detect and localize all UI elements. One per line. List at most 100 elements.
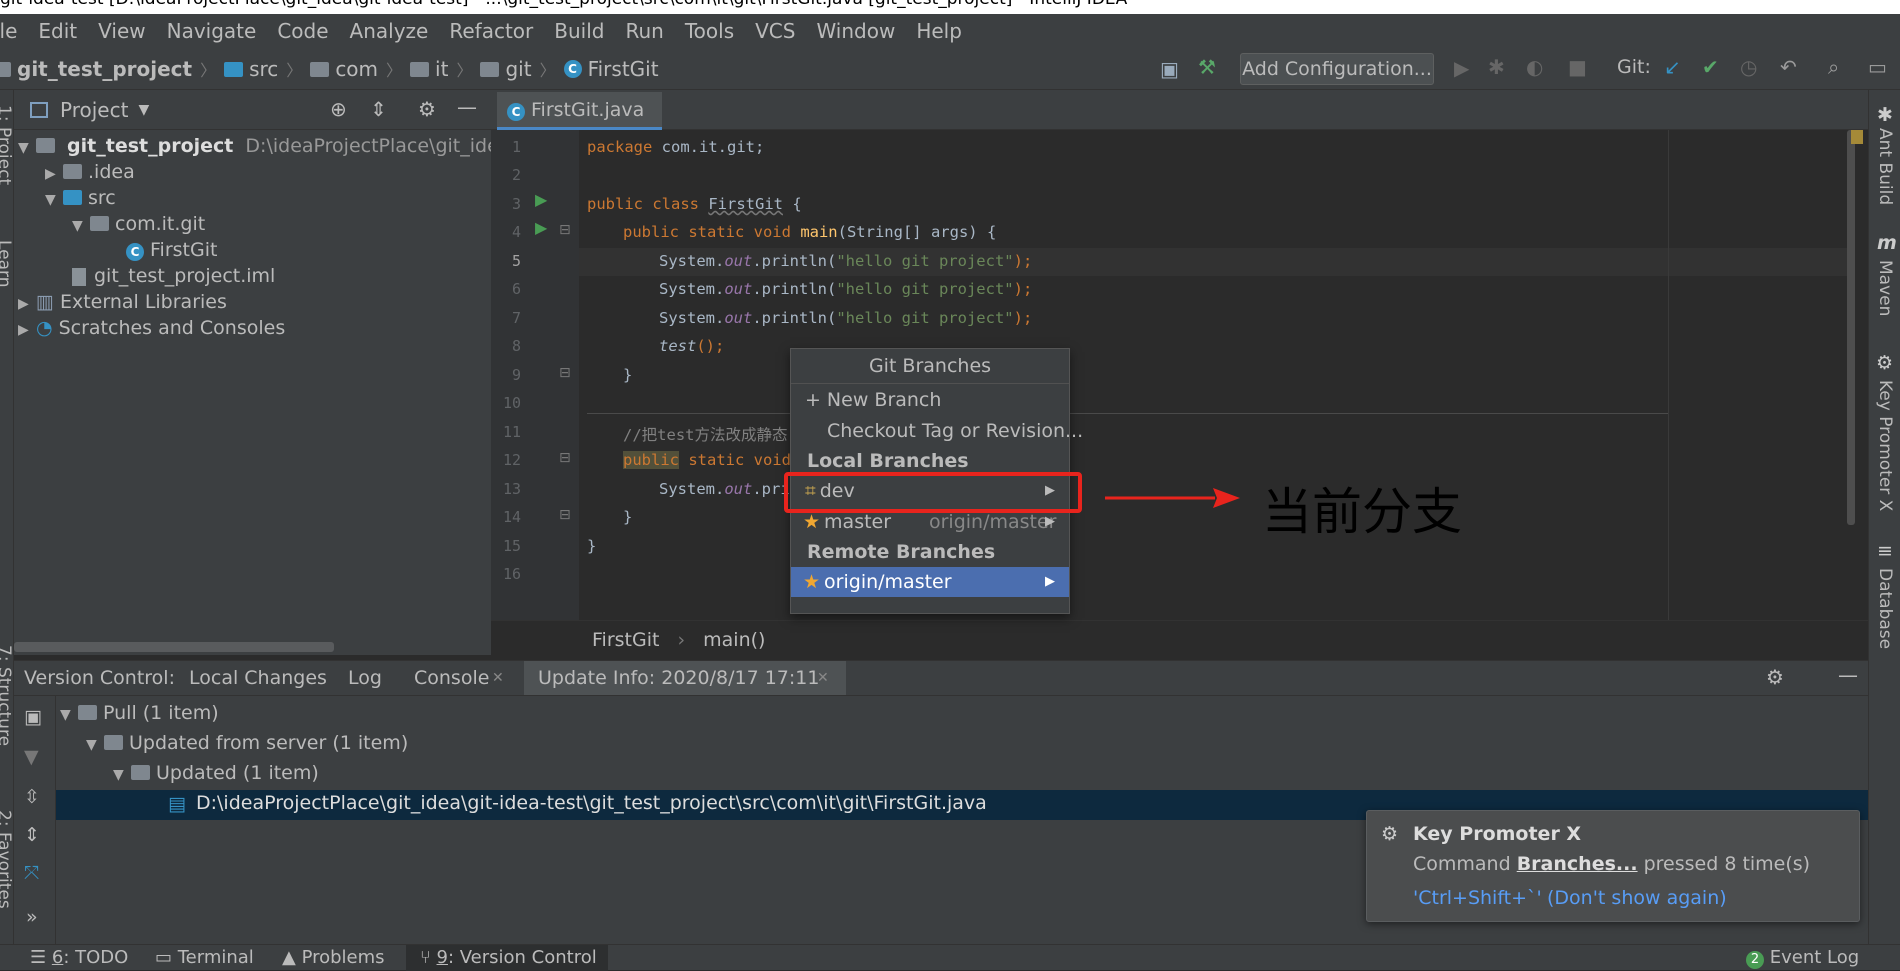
horizontal-scrollbar[interactable] (14, 642, 334, 652)
more-icon[interactable]: » (26, 906, 38, 928)
tab-log[interactable]: Log (348, 667, 382, 689)
breadcrumb-src[interactable]: src (249, 57, 278, 81)
project-panel-title[interactable]: Project (60, 98, 128, 122)
key-promoter-tool-tab[interactable]: Key Promoter X (1875, 380, 1895, 511)
gear-icon[interactable]: ⚙ (1766, 665, 1784, 689)
tree-item-idea[interactable]: ▶ .idea (45, 158, 135, 186)
vc-tree-updated[interactable]: ▼ Updated (1 item) (113, 759, 319, 787)
fold-icon[interactable]: ⊟ (559, 507, 571, 523)
chevron-down-icon[interactable]: ▼ (138, 102, 149, 118)
fold-icon[interactable]: ⊟ (559, 450, 571, 466)
close-tab-icon[interactable]: ✕ (817, 670, 829, 686)
branches-link[interactable]: Branches... (1517, 853, 1638, 875)
vc-side-toolbar: ▣ ▼ ⇳ ⇕ ⤧ » (14, 696, 56, 944)
breadcrumb-it[interactable]: it (435, 57, 448, 81)
version-control-tool-button[interactable]: ⑂ 9: Version Control (406, 945, 608, 971)
breadcrumb-com[interactable]: com (335, 57, 378, 81)
maven-tool-tab[interactable]: Maven (1875, 260, 1895, 316)
shortcut-link[interactable]: 'Ctrl+Shift+`' (1413, 887, 1542, 909)
tree-item-package[interactable]: ▼ com.it.git (72, 210, 205, 238)
ant-icon: ✱ (1877, 104, 1893, 126)
hide-icon[interactable]: — (1838, 663, 1858, 687)
rollback-icon[interactable]: ↶ (1780, 55, 1797, 79)
menu-view[interactable]: View (98, 19, 145, 43)
breadcrumb-git[interactable]: git (505, 57, 531, 81)
learn-tool-tab[interactable]: Learn (0, 240, 14, 288)
ant-build-tool-tab[interactable]: Ant Build (1875, 128, 1895, 205)
run-gutter-icon[interactable]: ▶ (535, 218, 547, 237)
menu-navigate[interactable]: Navigate (167, 19, 257, 43)
dont-show-again-link[interactable]: (Don't show again) (1547, 887, 1727, 909)
git-update-icon[interactable]: ↙ (1664, 55, 1681, 79)
coverage-icon[interactable]: ◐ (1526, 55, 1543, 79)
run-gutter-icon[interactable]: ▶ (535, 190, 547, 209)
menu-tools[interactable]: Tools (685, 19, 734, 43)
collapse-all-icon[interactable]: ⇕ (24, 824, 40, 846)
locate-icon[interactable]: ⊕ (330, 97, 347, 121)
filter-icon[interactable]: ▼ (24, 746, 39, 768)
todo-tool-button[interactable]: ☰ 6: TODO (30, 945, 128, 971)
new-branch-item[interactable]: + New Branch (791, 385, 1069, 415)
menu-run[interactable]: Run (625, 19, 663, 43)
menu-analyze[interactable]: Analyze (350, 19, 429, 43)
tab-update-info[interactable]: Update Info: 2020/8/17 17:11 ✕ (524, 661, 846, 695)
build-hammer-icon[interactable]: ⚒ (1198, 55, 1216, 79)
tab-console[interactable]: Console (414, 667, 489, 689)
menu-build[interactable]: Build (554, 19, 604, 43)
fold-icon[interactable]: ⊟ (559, 222, 571, 238)
menu-refactor[interactable]: Refactor (449, 19, 533, 43)
breadcrumb-class[interactable]: FirstGit (588, 57, 659, 81)
branch-origin-master-item[interactable]: ★ origin/master ▶ (791, 567, 1069, 597)
favorites-tool-tab[interactable]: 2: Favorites (0, 810, 14, 909)
refresh-icon[interactable]: ⤧ (24, 862, 39, 884)
fold-icon[interactable]: ⊟ (559, 365, 571, 381)
group-icon[interactable]: ▣ (24, 706, 42, 728)
terminal-tool-button[interactable]: ▭ Terminal (155, 945, 254, 971)
tree-root[interactable]: ▼ git_test_project D:\ideaProjectPlace\g… (18, 132, 542, 160)
close-tab-icon[interactable]: ✕ (492, 670, 504, 686)
project-tool-tab[interactable]: 1: Project (0, 105, 14, 185)
vertical-scrollbar[interactable] (1847, 130, 1855, 525)
hide-icon[interactable]: — (457, 95, 477, 119)
message-text: pressed 8 time(s) (1637, 853, 1811, 875)
menu-help[interactable]: Help (916, 19, 962, 43)
checkout-tag-item[interactable]: Checkout Tag or Revision... (791, 416, 1083, 446)
git-commit-icon[interactable]: ✔ (1702, 55, 1719, 79)
breadcrumb-project[interactable]: git_test_project (17, 57, 192, 81)
warning-marker[interactable] (1851, 130, 1863, 144)
menu-file[interactable]: ile (0, 19, 17, 43)
menu-code[interactable]: Code (277, 19, 328, 43)
tree-item-label: com.it.git (115, 213, 206, 235)
window-icon[interactable]: ▭ (1868, 55, 1887, 79)
search-icon[interactable]: ⌕ (1828, 55, 1839, 79)
tree-item-scratches[interactable]: ▶ ◔ Scratches and Consoles (18, 314, 285, 342)
tree-item-libraries[interactable]: ▶ ▥ External Libraries (18, 288, 227, 316)
package-icon (310, 62, 330, 77)
run-icon[interactable]: ▶ (1454, 56, 1469, 80)
debug-icon[interactable]: ✱ (1488, 55, 1505, 79)
database-tool-tab[interactable]: Database (1875, 568, 1895, 649)
code-editor[interactable]: package com.it.git; public class FirstGi… (579, 130, 1863, 620)
collapse-all-icon[interactable]: ⇕ (370, 97, 387, 121)
tree-item-iml[interactable]: git_test_project.iml (72, 262, 275, 290)
add-configuration-button[interactable]: Add Configuration... (1240, 53, 1434, 85)
expand-all-icon[interactable]: ⇳ (24, 786, 40, 808)
stop-icon[interactable]: ■ (1568, 55, 1587, 79)
menu-vcs[interactable]: VCS (755, 19, 795, 43)
tree-item-class[interactable]: C FirstGit (126, 236, 217, 264)
gear-icon[interactable]: ⚙ (418, 97, 436, 121)
tree-item-src[interactable]: ▼ src (45, 184, 116, 212)
editor-breadcrumb-class[interactable]: FirstGit (592, 629, 659, 651)
problems-tool-button[interactable]: ▲ Problems (282, 945, 385, 971)
vc-tree-updated-server[interactable]: ▼ Updated from server (1 item) (86, 729, 408, 757)
menu-edit[interactable]: Edit (38, 19, 77, 43)
editor-breadcrumb-method[interactable]: main() (703, 629, 765, 651)
editor-tab-firstgit[interactable]: CFirstGit.java ✕ (497, 92, 662, 156)
history-icon[interactable]: ◷ (1740, 55, 1757, 79)
menu-window[interactable]: Window (816, 19, 895, 43)
layout-icon[interactable]: ▣ (1160, 57, 1179, 81)
vc-tree-pull[interactable]: ▼ Pull (1 item) (60, 699, 219, 727)
structure-tool-tab[interactable]: 7: Structure (0, 645, 14, 746)
tab-local-changes[interactable]: Local Changes (189, 667, 327, 689)
event-log-tool-button[interactable]: 2 Event Log (1746, 945, 1859, 971)
